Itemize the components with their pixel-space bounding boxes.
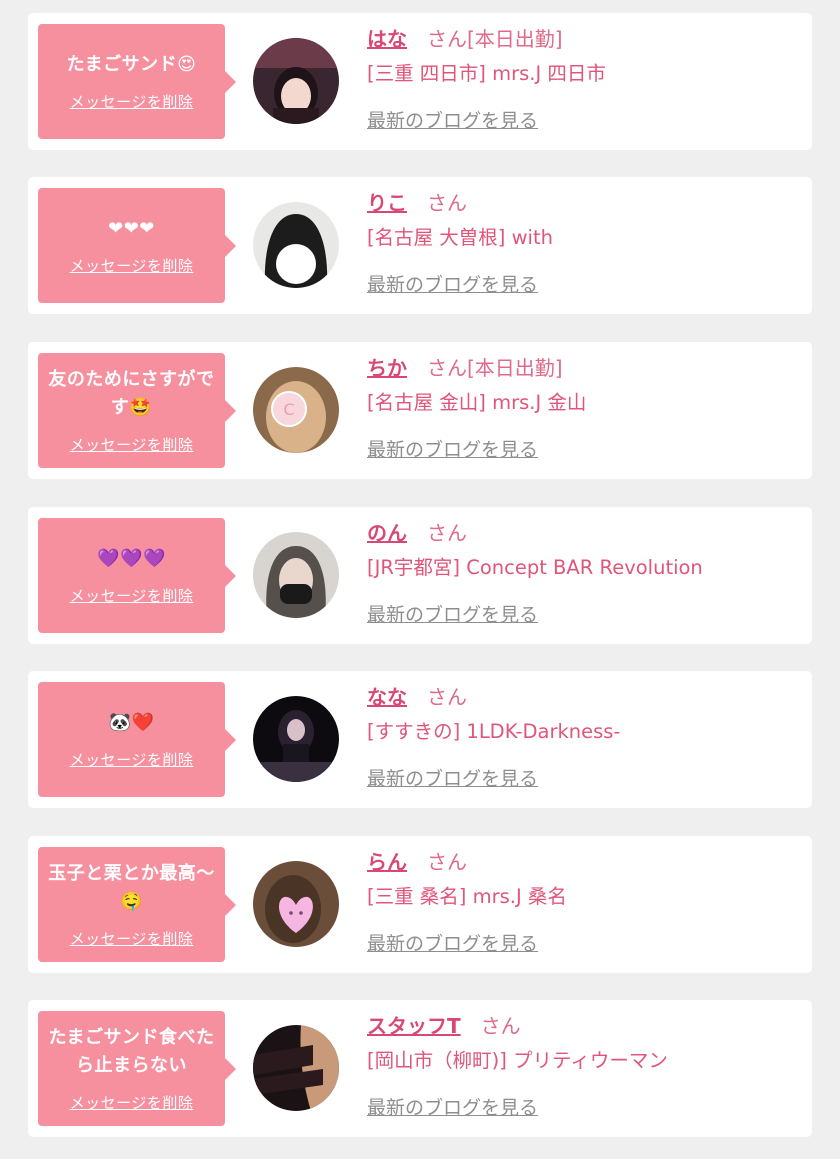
latest-blog-link[interactable]: 最新のブログを見る (367, 764, 538, 791)
message-bubble: 💜💜💜 メッセージを削除 (38, 518, 236, 633)
latest-blog-link[interactable]: 最新のブログを見る (367, 270, 538, 297)
delete-message-link[interactable]: メッセージを削除 (70, 91, 194, 112)
delete-message-link[interactable]: メッセージを削除 (70, 434, 194, 455)
avatar[interactable] (253, 202, 339, 288)
girl-name-link[interactable]: らん (367, 850, 407, 874)
girl-name-link[interactable]: はな (367, 27, 407, 51)
avatar[interactable]: C (253, 367, 339, 453)
message-card: 玉子と栗とか最高〜🤤 メッセージを削除 らん さん [三重 桑名] mrs.J 桑… (28, 836, 812, 973)
latest-blog-link[interactable]: 最新のブログを見る (367, 106, 538, 133)
honorific: さん (427, 191, 467, 215)
message-text: 🐼❤️ (108, 712, 155, 733)
shop-info: [岡山市（柳町)] プリティウーマン (367, 1049, 668, 1072)
girl-name-link[interactable]: ちか (367, 356, 407, 380)
latest-blog-link[interactable]: 最新のブログを見る (367, 1093, 538, 1120)
avatar[interactable] (253, 532, 339, 618)
work-status: [本日出勤] (467, 356, 563, 380)
girl-name-link[interactable]: のん (367, 521, 407, 545)
message-text: 💜💜💜 (97, 548, 166, 569)
honorific: さん (427, 27, 467, 51)
message-card: たまごサンド食べたら止まらない メッセージを削除 スタッフT さん [岡山市（柳町… (28, 1000, 812, 1137)
shop-info: [すすきの] 1LDK-Darkness- (367, 720, 621, 743)
message-bubble: 友のためにさすがです🤩 メッセージを削除 (38, 353, 236, 468)
girl-name-link[interactable]: なな (367, 685, 407, 709)
message-bubble: 🐼❤️ メッセージを削除 (38, 682, 236, 797)
message-card: ❤❤❤ メッセージを削除 りこ さん [名古屋 大曽根] with 最新のブログを… (28, 177, 812, 314)
work-status: [本日出勤] (467, 27, 563, 51)
honorific: さん (427, 356, 467, 380)
delete-message-link[interactable]: メッセージを削除 (70, 585, 194, 606)
shop-info: [名古屋 金山] mrs.J 金山 (367, 391, 587, 414)
shop-info: [三重 桑名] mrs.J 桑名 (367, 885, 567, 908)
message-card: 友のためにさすがです🤩 メッセージを削除 C ちか さん[本日出勤] [名古屋 金… (28, 342, 812, 479)
message-text: 玉子と栗とか最高〜🤤 (48, 863, 215, 912)
avatar[interactable] (253, 861, 339, 947)
honorific: さん (480, 1014, 521, 1038)
delete-message-link[interactable]: メッセージを削除 (70, 749, 194, 770)
latest-blog-link[interactable]: 最新のブログを見る (367, 929, 538, 956)
message-list: たまごサンド😍 メッセージを削除 はな さん[本日出勤] [三重 四日市] mrs… (0, 0, 840, 1159)
message-bubble: たまごサンド食べたら止まらない メッセージを削除 (38, 1011, 236, 1126)
message-text: たまごサンド食べたら止まらない (48, 1027, 215, 1076)
girl-name-link[interactable]: りこ (367, 191, 407, 215)
delete-message-link[interactable]: メッセージを削除 (70, 1092, 194, 1113)
message-bubble: たまごサンド😍 メッセージを削除 (38, 24, 236, 139)
message-card: たまごサンド😍 メッセージを削除 はな さん[本日出勤] [三重 四日市] mrs… (28, 13, 812, 150)
message-bubble: ❤❤❤ メッセージを削除 (38, 188, 236, 303)
message-card: 💜💜💜 メッセージを削除 のん さん [JR宇都宮] Concept BAR Re… (28, 507, 812, 644)
honorific: さん (427, 521, 467, 545)
honorific: さん (427, 685, 467, 709)
girl-name-link[interactable]: スタッフT (367, 1014, 461, 1038)
honorific: さん (427, 850, 467, 874)
avatar[interactable] (253, 1025, 339, 1111)
shop-info: [JR宇都宮] Concept BAR Revolution (367, 556, 703, 579)
avatar[interactable] (253, 38, 339, 124)
message-text: ❤❤❤ (108, 218, 155, 239)
delete-message-link[interactable]: メッセージを削除 (70, 255, 194, 276)
delete-message-link[interactable]: メッセージを削除 (70, 928, 194, 949)
message-text: 友のためにさすがです🤩 (48, 369, 215, 418)
avatar[interactable] (253, 696, 339, 782)
shop-info: [三重 四日市] mrs.J 四日市 (367, 62, 606, 85)
latest-blog-link[interactable]: 最新のブログを見る (367, 600, 538, 627)
shop-info: [名古屋 大曽根] with (367, 226, 553, 249)
message-text: たまごサンド😍 (66, 54, 197, 75)
message-bubble: 玉子と栗とか最高〜🤤 メッセージを削除 (38, 847, 236, 962)
svg-text:C: C (283, 400, 294, 419)
message-card: 🐼❤️ メッセージを削除 なな さん [すすきの] 1LDK-Darkness- … (28, 671, 812, 808)
latest-blog-link[interactable]: 最新のブログを見る (367, 435, 538, 462)
